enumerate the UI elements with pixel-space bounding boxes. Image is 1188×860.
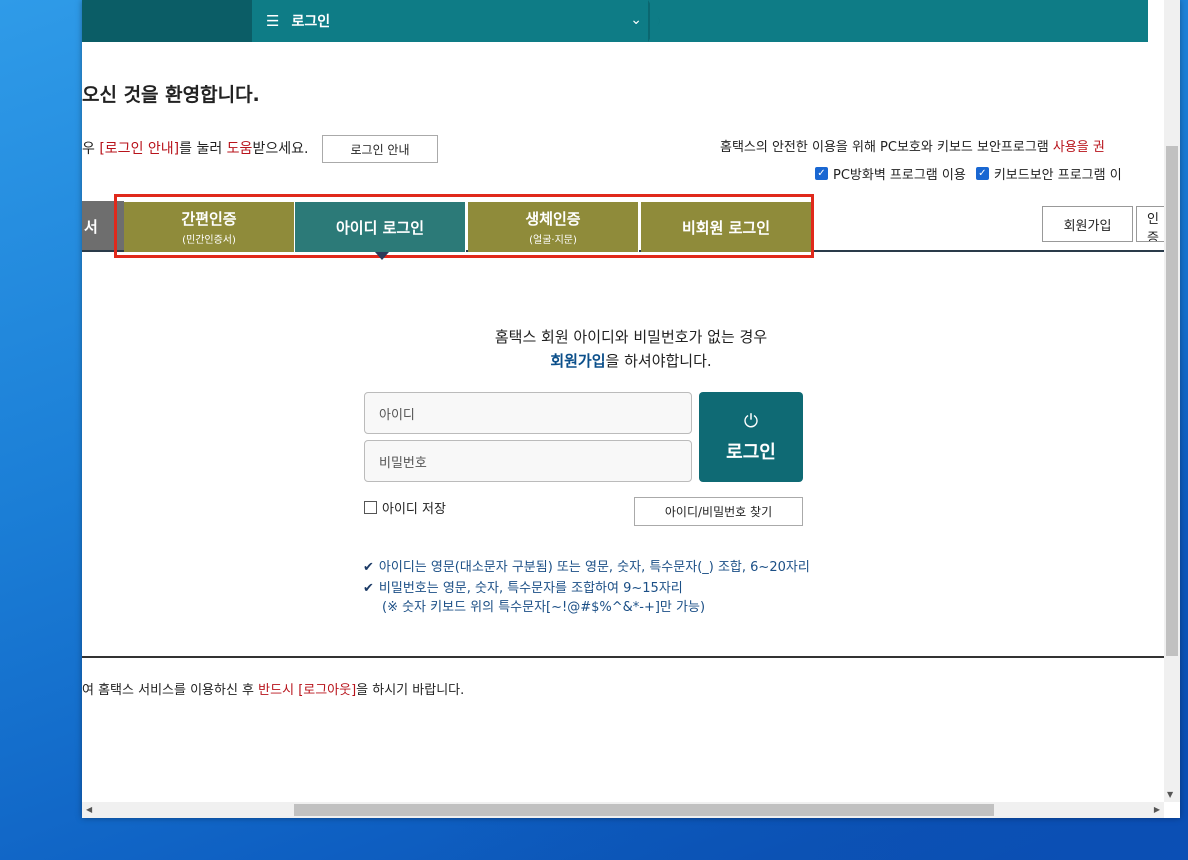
scroll-down-arrow-icon[interactable]: ▼ (1167, 790, 1173, 799)
security-text: 홈택스의 안전한 이용을 위해 PC보호와 키보드 보안프로그램 (720, 140, 1053, 155)
signup-notice-rest: 을 하셔야합니다. (605, 352, 712, 370)
password-rule: ✔ 비밀번호는 영문, 숫자, 특수문자를 조합하여 9~15자리 (363, 577, 683, 596)
guide-suffix: 받으세요. (252, 141, 309, 157)
browser-window: ☰ 로그인 ⌄ 오신 것을 환영합니다. 우 [로그인 안내]를 눌러 도움받으… (82, 0, 1180, 818)
password-input[interactable]: 비밀번호 (364, 440, 692, 482)
scroll-left-arrow-icon[interactable]: ◀ (86, 805, 92, 814)
logout-notice: 여 홈택스 서비스를 이용하신 후 반드시 [로그아웃]을 하시기 바랍니다. (82, 679, 464, 698)
logout-prefix: 여 홈택스 서비스를 이용하신 후 (82, 683, 259, 698)
signup-notice: 회원가입을 하셔야합니다. (82, 350, 1180, 371)
firewall-label: PC방화벽 프로그램 이용 (833, 168, 966, 183)
keyboard-security-label: 키보드보안 프로그램 이 (993, 168, 1122, 183)
logout-must: 반드시 (258, 683, 295, 698)
id-rule: ✔ 아이디는 영문(대소문자 구분됨) 또는 영문, 숫자, 특수문자(_) 조합… (363, 556, 810, 575)
logout-link: [로그아웃] (298, 683, 357, 698)
horizontal-scroll-thumb[interactable] (294, 804, 994, 816)
vertical-scroll-thumb[interactable] (1166, 146, 1178, 656)
scroll-right-arrow-icon[interactable]: ▶ (1154, 805, 1160, 814)
login-button-label: 로그인 (726, 441, 776, 463)
content-divider (82, 656, 1164, 658)
user-id-input[interactable]: 아이디 (364, 392, 692, 434)
security-notice: 홈택스의 안전한 이용을 위해 PC보호와 키보드 보안프로그램 사용을 권 (720, 136, 1105, 155)
password-rule-note: (※ 숫자 키보드 위의 특수문자[~!@#$%^&*-+]만 가능) (382, 600, 706, 615)
login-guide-link[interactable]: [로그인 안내] (99, 141, 179, 157)
security-highlight: 사용을 권 (1052, 140, 1105, 155)
login-guide-text: 우 [로그인 안내]를 눌러 도움받으세요. (82, 138, 308, 158)
signup-button[interactable]: 회원가입 (1042, 206, 1133, 242)
save-id-option[interactable]: 아이디 저장 (364, 498, 446, 517)
top-bar-right-edge (1148, 0, 1164, 42)
menu-dropdown[interactable]: ☰ 로그인 ⌄ (252, 0, 650, 42)
highlight-frame (114, 194, 814, 258)
hamburger-icon: ☰ (266, 12, 280, 30)
find-id-password-button[interactable]: 아이디/비밀번호 찾기 (634, 497, 803, 526)
guide-help-word: 도움 (226, 141, 253, 157)
no-account-notice: 홈택스 회원 아이디와 비밀번호가 없는 경우 (494, 328, 768, 346)
firewall-checkbox[interactable]: ✓ (815, 167, 828, 180)
id-rule-text: 아이디는 영문(대소문자 구분됨) 또는 영문, 숫자, 특수문자(_) 조합,… (378, 560, 810, 575)
login-button[interactable]: ⏻ 로그인 (699, 392, 803, 482)
save-id-label: 아이디 저장 (382, 502, 446, 517)
welcome-heading: 오신 것을 환영합니다. (82, 84, 260, 106)
check-icon: ✔ (363, 581, 374, 596)
power-icon: ⏻ (743, 410, 759, 432)
guide-mid: 를 눌러 (179, 141, 227, 157)
horizontal-scrollbar[interactable]: ◀ ▶ (82, 802, 1164, 818)
top-bar-left-section (82, 0, 252, 42)
vertical-scrollbar[interactable]: ▼ (1164, 0, 1180, 802)
check-icon: ✔ (363, 560, 374, 575)
chevron-down-icon: ⌄ (630, 12, 642, 28)
security-checkboxes: ✓ PC방화벽 프로그램 이용 ✓ 키보드보안 프로그램 이 (815, 164, 1122, 183)
menu-label: 로그인 (291, 14, 331, 30)
signup-link[interactable]: 회원가입 (550, 352, 605, 370)
top-navigation-bar: ☰ 로그인 ⌄ (82, 0, 1164, 42)
logout-suffix: 을 하시기 바랍니다. (356, 683, 465, 698)
save-id-checkbox[interactable] (364, 501, 377, 514)
keyboard-security-checkbox[interactable]: ✓ (975, 167, 989, 180)
active-tab-pointer (375, 252, 389, 260)
login-guide-button[interactable]: 로그인 안내 (322, 135, 438, 163)
guide-prefix: 우 (82, 141, 100, 157)
breadcrumb-arrow-inner (650, 2, 660, 40)
password-rule-text: 비밀번호는 영문, 숫자, 특수문자를 조합하여 9~15자리 (378, 581, 683, 596)
